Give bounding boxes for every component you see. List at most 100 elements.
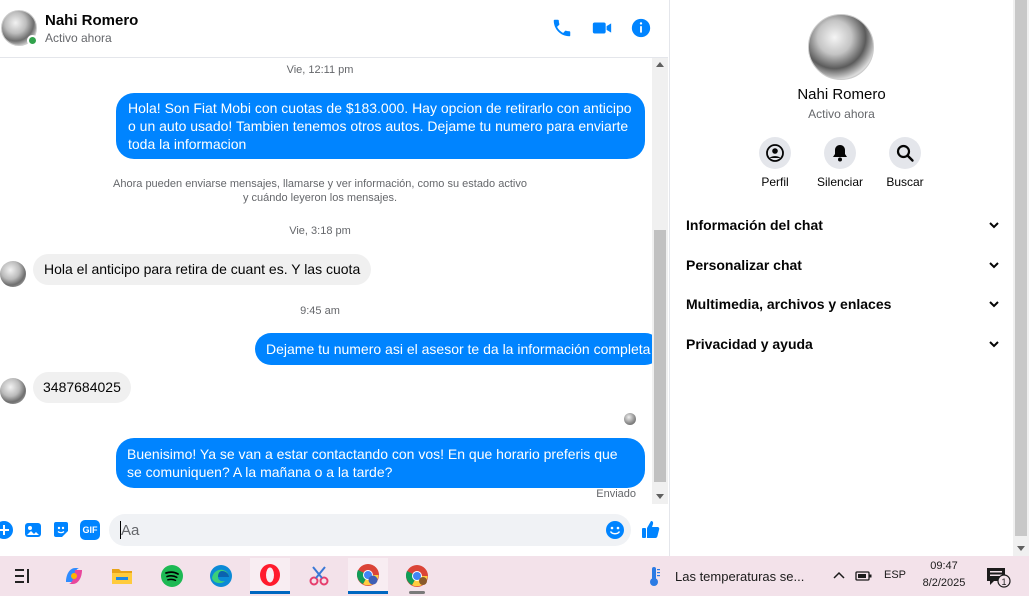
like-icon[interactable] (641, 520, 661, 540)
message-scrollbar[interactable] (652, 58, 668, 504)
profile-button-label: Perfil (761, 175, 789, 189)
bell-icon (833, 145, 847, 162)
windows-taskbar: Las temperaturas se... ESP 09:47 8/2/202… (0, 556, 1029, 596)
scroll-up-arrow-icon[interactable] (656, 62, 664, 67)
search-button-circle (889, 137, 921, 169)
edge-glyph (210, 565, 232, 587)
opera-glyph (260, 563, 280, 586)
battery-network-icon[interactable] (855, 569, 873, 583)
mute-button-circle (824, 137, 856, 169)
language-indicator[interactable]: ESP (884, 569, 906, 581)
chevron-down-icon (989, 262, 999, 269)
sender-avatar[interactable] (0, 261, 26, 287)
profile-button[interactable]: Perfil (743, 137, 807, 189)
folder-glyph (112, 569, 132, 584)
section-label: Multimedia, archivos y enlaces (686, 296, 892, 312)
message-outgoing[interactable]: Hola! Son Fiat Mobi con cuotas de $183.0… (116, 93, 645, 159)
scissors-glyph (309, 566, 329, 586)
mute-button-label: Silenciar (816, 175, 864, 189)
chrome-profile-icon[interactable] (397, 558, 437, 594)
message-text: 3487684025 (43, 379, 121, 395)
chat-info-panel: Nahi Romero Activo ahora Perfil Silencia… (670, 0, 1013, 556)
section-privacy-help[interactable]: Privacidad y ayuda (686, 332, 1000, 356)
section-media-files-links[interactable]: Multimedia, archivos y enlaces (686, 292, 1000, 316)
scroll-thumb[interactable] (654, 230, 666, 482)
message-text: Hola el anticipo para retira de cuant es… (44, 261, 361, 277)
timestamp: 9:45 am (300, 305, 340, 317)
section-label: Privacidad y ayuda (686, 336, 813, 352)
profile-icon (766, 144, 784, 162)
profile-name: Nahi Romero (797, 86, 886, 103)
video-camera-icon[interactable] (591, 17, 613, 39)
system-note: Ahora pueden enviarse mensajes, llamarse… (100, 177, 540, 205)
chat-header: Nahi Romero Activo ahora (0, 0, 668, 58)
timestamp: Vie, 12:11 pm (286, 64, 354, 76)
system-note-line: Ahora pueden enviarse mensajes, llamarse… (113, 178, 527, 190)
copilot-icon[interactable] (54, 558, 94, 594)
notification-count: 1 (1001, 577, 1007, 587)
section-chat-info[interactable]: Información del chat (686, 213, 1000, 237)
composer: GIF (0, 508, 668, 552)
copilot-glyph (66, 568, 82, 584)
clock-time[interactable]: 09:47 (912, 560, 976, 572)
file-explorer-icon[interactable] (102, 558, 142, 594)
chevron-up-icon[interactable] (832, 569, 846, 583)
gif-icon[interactable]: GIF (80, 520, 100, 540)
message-text: Dejame tu numero asi el asesor te da la … (266, 341, 651, 357)
message-list[interactable]: Vie, 12:11 pm Hola! Son Fiat Mobi con cu… (0, 58, 662, 504)
message-text: Buenisimo! Ya se van a estar contactando… (127, 446, 618, 480)
search-button-label: Buscar (886, 175, 924, 189)
spotify-icon[interactable] (152, 558, 192, 594)
plus-icon[interactable] (0, 520, 14, 540)
running-indicator (409, 591, 425, 594)
message-outgoing[interactable]: Buenisimo! Ya se van a estar contactando… (116, 438, 645, 488)
message-incoming[interactable]: Hola el anticipo para retira de cuant es… (33, 254, 372, 285)
contact-avatar[interactable] (1, 10, 38, 46)
sent-status: Enviado (596, 488, 636, 500)
search-button[interactable]: Buscar (873, 137, 937, 189)
online-indicator (27, 35, 38, 46)
section-label: Información del chat (686, 217, 823, 233)
spotify-glyph (161, 565, 183, 587)
profile-avatar[interactable] (808, 14, 874, 80)
timestamp: Vie, 3:18 pm (289, 225, 351, 237)
chevron-down-icon (989, 222, 999, 229)
seen-indicator-avatar (624, 413, 636, 425)
text-cursor (120, 521, 121, 539)
scroll-down-arrow-icon[interactable] (656, 494, 664, 499)
chevron-down-icon (989, 301, 999, 308)
clock-date[interactable]: 8/2/2025 (912, 577, 976, 589)
mute-button[interactable]: Silenciar (808, 137, 872, 189)
section-customize-chat[interactable]: Personalizar chat (686, 253, 1000, 277)
message-outgoing[interactable]: Dejame tu numero asi el asesor te da la … (255, 333, 662, 365)
task-view-glyph (15, 569, 29, 583)
contact-status: Activo ahora (45, 31, 112, 45)
chrome-icon[interactable] (348, 558, 388, 594)
system-note-line: y cuándo leyeron los mensajes. (242, 192, 398, 204)
chevron-down-icon (989, 341, 999, 348)
task-view-icon[interactable] (3, 558, 43, 594)
emoji-icon[interactable] (605, 520, 625, 540)
contact-name[interactable]: Nahi Romero (45, 12, 138, 29)
chrome-glyph (356, 563, 379, 586)
profile-status: Activo ahora (808, 107, 875, 121)
chrome-profile-glyph (405, 565, 428, 587)
edge-icon[interactable] (201, 558, 241, 594)
thermometer-icon[interactable] (646, 565, 662, 587)
window-scroll-thumb[interactable] (1015, 0, 1027, 536)
message-incoming[interactable]: 3487684025 (33, 372, 131, 403)
image-icon[interactable] (23, 520, 43, 540)
window-scrollbar[interactable] (1013, 0, 1029, 556)
section-label: Personalizar chat (686, 257, 802, 273)
opera-icon[interactable] (250, 558, 290, 594)
sender-avatar[interactable] (0, 378, 26, 404)
snipping-tool-icon[interactable] (299, 558, 339, 594)
search-icon (896, 144, 914, 162)
info-icon[interactable] (630, 17, 652, 39)
sticker-icon[interactable] (51, 520, 71, 540)
weather-widget-text[interactable]: Las temperaturas se... (675, 569, 804, 584)
message-input[interactable] (109, 514, 631, 546)
scroll-down-arrow-icon[interactable] (1017, 546, 1025, 551)
phone-icon[interactable] (551, 17, 573, 39)
profile-button-circle (759, 137, 791, 169)
